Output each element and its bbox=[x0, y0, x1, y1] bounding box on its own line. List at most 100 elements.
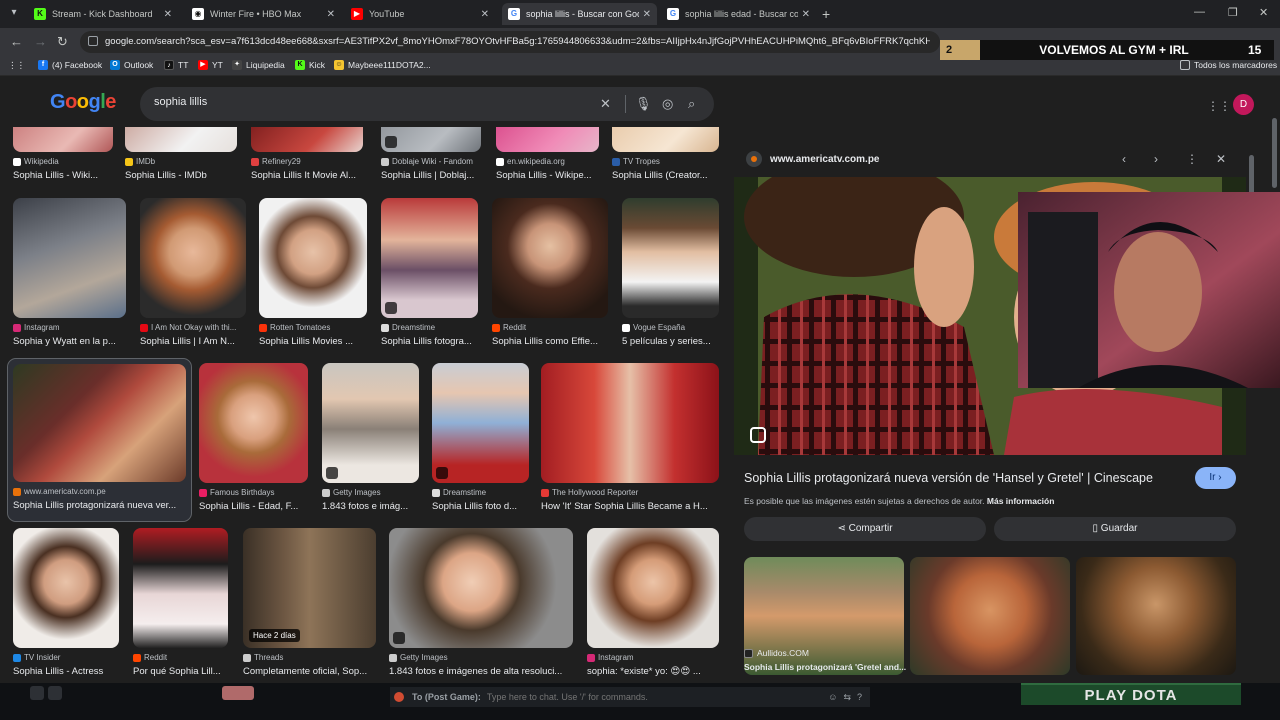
scrollbar-thumb[interactable] bbox=[1272, 118, 1277, 188]
image-result[interactable]: Refinery29 Sophia Lillis It Movie Al... bbox=[251, 127, 363, 181]
close-icon[interactable]: ✕ bbox=[481, 9, 489, 20]
result-image[interactable] bbox=[622, 198, 719, 318]
close-icon[interactable]: ✕ bbox=[643, 9, 651, 20]
tab-hbo-max[interactable]: ◉ Winter Fire • HBO Max ✕ bbox=[186, 3, 341, 25]
result-title[interactable]: Sophia Lillis - Edad, F... bbox=[199, 501, 308, 512]
result-image[interactable] bbox=[381, 127, 481, 152]
result-image[interactable] bbox=[381, 198, 478, 318]
avatar[interactable]: D bbox=[1233, 94, 1254, 115]
result-image[interactable] bbox=[432, 363, 529, 483]
lens-icon[interactable] bbox=[750, 427, 766, 443]
tab-youtube[interactable]: ▶ YouTube ✕ bbox=[345, 3, 495, 25]
close-icon[interactable]: ✕ bbox=[1216, 152, 1226, 166]
result-image[interactable]: Hace 2 días bbox=[243, 528, 376, 648]
image-result[interactable]: TV Insider Sophia Lillis - Actress bbox=[13, 528, 119, 677]
visit-button[interactable]: Ir › bbox=[1195, 467, 1236, 489]
result-image[interactable] bbox=[259, 198, 367, 318]
bookmark-outlook[interactable]: O Outlook bbox=[110, 60, 153, 70]
result-image[interactable] bbox=[612, 127, 719, 152]
scrollbar-thumb[interactable] bbox=[1249, 155, 1254, 195]
result-title[interactable]: Sophia Lillis - Actress bbox=[13, 666, 119, 677]
image-result[interactable]: Instagram Sophia y Wyatt en la p... bbox=[13, 198, 126, 347]
result-title[interactable]: 1.843 fotos e imág... bbox=[322, 501, 419, 512]
image-result-selected[interactable]: www.americatv.com.pe Sophia Lillis prota… bbox=[7, 358, 192, 522]
panel-source[interactable]: www.americatv.com.pe bbox=[746, 151, 880, 167]
image-result[interactable]: IMDb Sophia Lillis - IMDb bbox=[125, 127, 237, 181]
clear-icon[interactable]: ✕ bbox=[600, 96, 611, 112]
play-dota-button[interactable]: PLAY DOTA bbox=[1021, 683, 1241, 705]
image-result[interactable]: Reddit Por qué Sophia Lill... bbox=[133, 528, 228, 677]
more-info-link[interactable]: Más información bbox=[987, 496, 1055, 506]
bookmark-facebook[interactable]: f (4) Facebook bbox=[38, 60, 102, 70]
google-logo[interactable]: Google bbox=[50, 91, 116, 114]
result-title[interactable]: Sophia y Wyatt en la p... bbox=[13, 336, 126, 347]
image-result[interactable]: Wikipedia Sophia Lillis - Wiki... bbox=[13, 127, 113, 181]
result-image[interactable] bbox=[133, 528, 228, 648]
bookmark-tiktok[interactable]: ♪ TT bbox=[164, 60, 188, 70]
site-info-icon[interactable] bbox=[88, 36, 98, 46]
related-title[interactable]: Sophia Lillis protagonizará 'Gretel and.… bbox=[744, 662, 906, 672]
related-image[interactable] bbox=[1076, 557, 1236, 675]
image-result[interactable]: Vogue España 5 películas y series... bbox=[622, 198, 719, 347]
tab-kick-dashboard[interactable]: K Stream - Kick Dashboard ✕ bbox=[28, 3, 178, 25]
result-title[interactable]: Sophia Lillis foto d... bbox=[432, 501, 529, 512]
image-result[interactable]: Reddit Sophia Lillis como Effie... bbox=[492, 198, 608, 347]
hud-portrait-icon[interactable] bbox=[222, 686, 254, 700]
hud-icon[interactable] bbox=[48, 686, 62, 700]
result-title[interactable]: Sophia Lillis como Effie... bbox=[492, 336, 608, 347]
result-title[interactable]: 5 películas y series... bbox=[622, 336, 719, 347]
result-image[interactable] bbox=[492, 198, 608, 318]
result-image[interactable] bbox=[541, 363, 719, 483]
chat-input[interactable] bbox=[486, 692, 829, 702]
microphone-icon[interactable]: 🎙 bbox=[635, 96, 652, 112]
result-title[interactable]: Sophia Lillis It Movie Al... bbox=[251, 170, 363, 181]
result-title[interactable]: Sophia Lillis | Doblaj... bbox=[381, 170, 481, 181]
tab-sophia-lillis-search[interactable]: G sophia lillis - Buscar con Google ✕ bbox=[502, 3, 657, 25]
bookmark-youtube[interactable]: ▶ YT bbox=[198, 60, 223, 70]
bookmark-liquipedia[interactable]: ✦ Liquipedia bbox=[232, 60, 285, 70]
back-icon[interactable]: ← bbox=[10, 34, 23, 49]
result-title[interactable]: How 'It' Star Sophia Lillis Became a H..… bbox=[541, 501, 719, 512]
image-result[interactable]: The Hollywood Reporter How 'It' Star Sop… bbox=[541, 363, 719, 512]
result-title[interactable]: Sophia Lillis | I Am N... bbox=[140, 336, 246, 347]
image-result[interactable]: Dreamstime Sophia Lillis fotogra... bbox=[381, 198, 478, 347]
hud-icon[interactable] bbox=[30, 686, 44, 700]
image-result[interactable]: I Am Not Okay with thi... Sophia Lillis … bbox=[140, 198, 246, 347]
result-image[interactable] bbox=[13, 528, 119, 648]
new-tab-button[interactable]: + bbox=[822, 6, 830, 22]
minimize-icon[interactable]: — bbox=[1194, 6, 1205, 18]
bookmark-kick[interactable]: K Kick bbox=[295, 60, 325, 70]
url-text[interactable]: google.com/search?sca_esv=a7f613dcd48ee6… bbox=[105, 36, 930, 47]
image-result[interactable]: Dreamstime Sophia Lillis foto d... bbox=[432, 363, 529, 512]
all-bookmarks[interactable]: Todos los marcadores bbox=[1180, 60, 1277, 70]
reload-icon[interactable]: ↻ bbox=[57, 34, 68, 50]
image-result[interactable]: Getty Images 1.843 fotos e imág... bbox=[322, 363, 419, 512]
tab-sophia-lillis-edad[interactable]: G sophia lillis edad - Buscar con Google… bbox=[661, 3, 816, 25]
result-title[interactable]: Completamente oficial, Sop... bbox=[243, 666, 376, 677]
panel-title[interactable]: Sophia Lillis protagonizará nueva versió… bbox=[744, 471, 1153, 485]
result-title[interactable]: Sophia Lillis protagonizará nueva ver... bbox=[13, 500, 186, 511]
search-icon[interactable]: ⌕ bbox=[688, 96, 695, 112]
bookmark-maybe[interactable]: ☺ Maybeee111DOTA2... bbox=[334, 60, 431, 70]
result-image[interactable] bbox=[125, 127, 237, 152]
more-options-icon[interactable]: ⋮ bbox=[1186, 152, 1198, 166]
image-result[interactable]: Rotten Tomatoes Sophia Lillis Movies ... bbox=[259, 198, 367, 347]
result-image[interactable] bbox=[13, 198, 126, 318]
image-result[interactable]: Hace 2 días Threads Completamente oficia… bbox=[243, 528, 376, 677]
image-result[interactable]: Famous Birthdays Sophia Lillis - Edad, F… bbox=[199, 363, 308, 512]
result-image[interactable] bbox=[199, 363, 308, 483]
search-input[interactable] bbox=[154, 96, 594, 108]
result-title[interactable]: Sophia Lillis - IMDb bbox=[125, 170, 237, 181]
close-icon[interactable]: ✕ bbox=[164, 9, 172, 20]
translate-icon[interactable]: ⇆ bbox=[843, 692, 851, 703]
result-image[interactable] bbox=[587, 528, 719, 648]
maximize-icon[interactable]: ❐ bbox=[1228, 6, 1238, 19]
result-title[interactable]: Sophia Lillis fotogra... bbox=[381, 336, 478, 347]
close-window-icon[interactable]: ✕ bbox=[1259, 6, 1268, 19]
image-result[interactable]: TV Tropes Sophia Lillis (Creator... bbox=[612, 127, 719, 181]
result-image[interactable] bbox=[13, 127, 113, 152]
lens-icon[interactable]: ◎ bbox=[662, 96, 673, 112]
chevron-right-icon[interactable]: › bbox=[1154, 152, 1158, 166]
result-title[interactable]: Sophia Lillis - Wiki... bbox=[13, 170, 113, 181]
save-button[interactable]: ▯ Guardar bbox=[994, 517, 1236, 541]
